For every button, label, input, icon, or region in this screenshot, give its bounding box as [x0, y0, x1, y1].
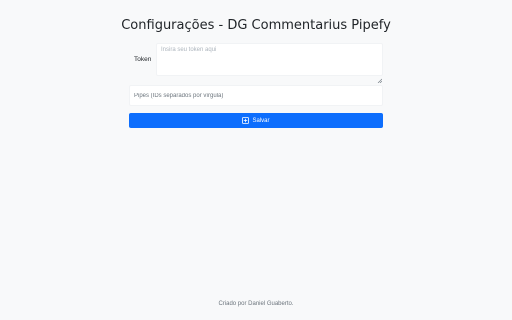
plus-square-icon	[242, 117, 250, 124]
resize-grip-icon[interactable]	[377, 70, 383, 84]
footer-credit: Criado por Daniel Guaberto.	[218, 301, 294, 307]
pipes-field[interactable]	[129, 85, 383, 106]
page-title: Configurações - DG Commentarius Pipefy	[121, 18, 391, 33]
save-button-label: Salvar	[252, 117, 270, 124]
token-label: Token	[134, 56, 152, 63]
token-field[interactable]	[156, 43, 383, 76]
save-button[interactable]: Salvar	[129, 113, 383, 128]
